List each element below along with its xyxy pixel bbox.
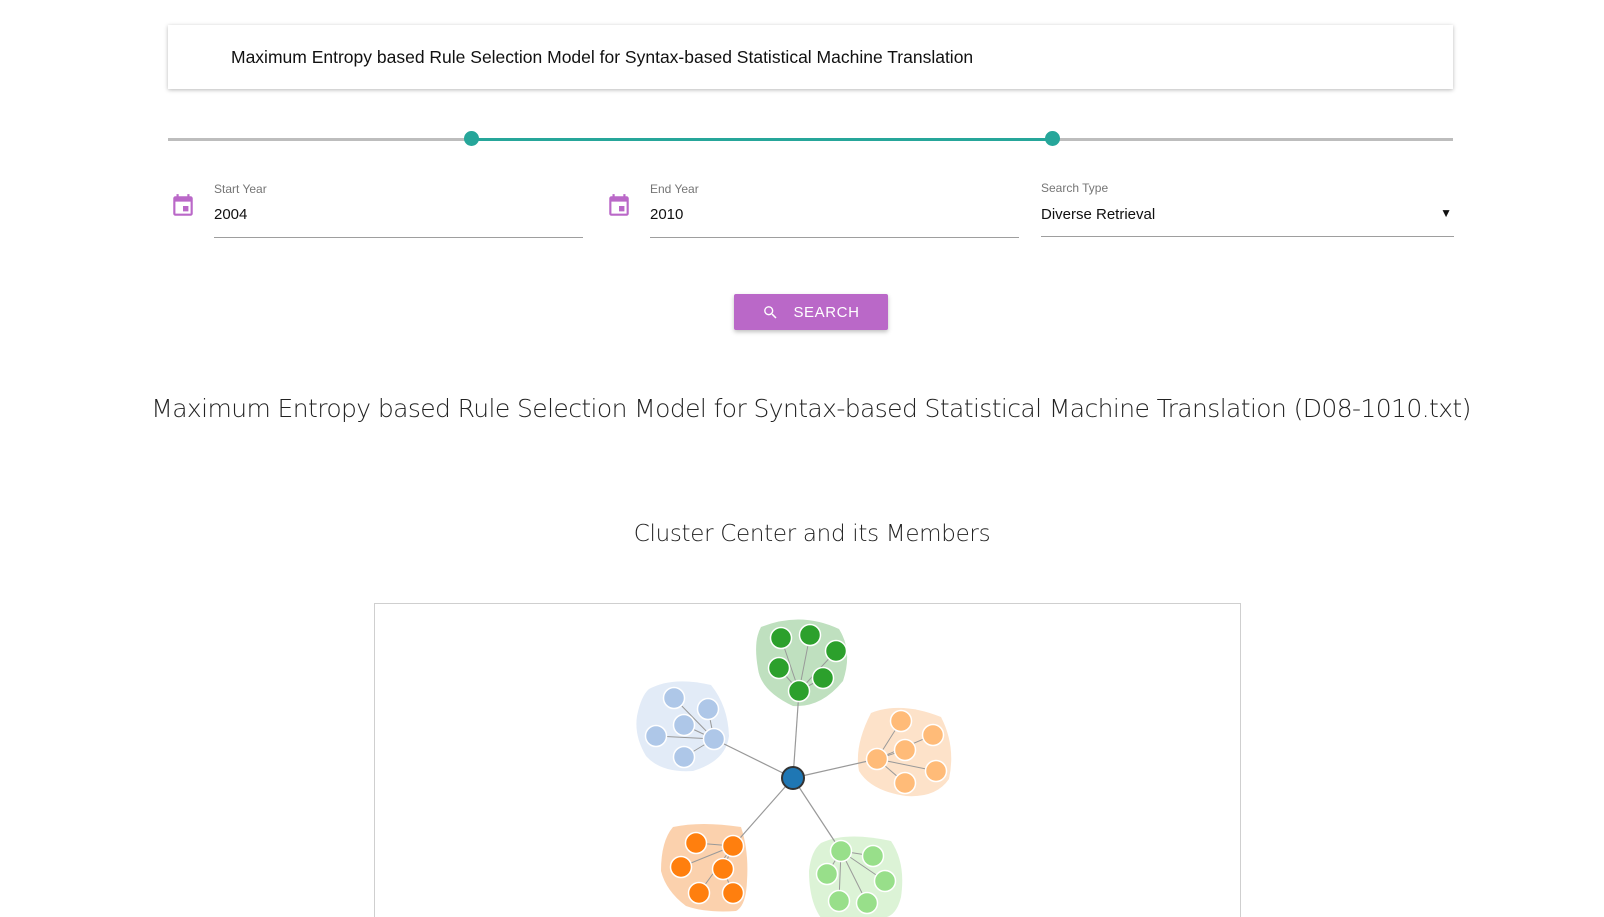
node-orange[interactable] [721, 834, 745, 858]
node-green[interactable] [787, 679, 811, 703]
node-light-green[interactable] [861, 844, 885, 868]
slider-thumb-start[interactable] [464, 131, 479, 146]
search-type-value: Diverse Retrieval [1041, 206, 1156, 223]
node-light-green[interactable] [873, 869, 897, 893]
node-light-blue[interactable] [672, 745, 696, 769]
search-button[interactable]: SEARCH [734, 294, 888, 330]
calendar-icon [609, 194, 629, 216]
search-button-label: SEARCH [793, 303, 860, 321]
cluster-title: Cluster Center and its Members [633, 521, 991, 547]
slider-thumb-end[interactable] [1045, 131, 1060, 146]
end-year-field[interactable]: End Year [650, 180, 1019, 240]
year-range-fill [471, 138, 1052, 141]
node-light-blue[interactable] [644, 724, 668, 748]
node-light-green[interactable] [855, 891, 879, 915]
calendar-icon [173, 194, 193, 216]
start-year-input[interactable] [214, 206, 583, 223]
year-range-slider[interactable] [168, 131, 1453, 146]
cluster-graph-panel [374, 603, 1241, 917]
node-orange[interactable] [721, 881, 745, 905]
node-light-orange[interactable] [889, 709, 913, 733]
node-light-green[interactable] [827, 889, 851, 913]
cluster-graph [636, 619, 952, 917]
node-light-blue[interactable] [702, 727, 726, 751]
node-light-blue[interactable] [696, 697, 720, 721]
search-type-underline [1041, 236, 1454, 237]
start-year-field[interactable]: Start Year [214, 180, 583, 240]
end-year-input[interactable] [650, 206, 1019, 223]
start-year-label: Start Year [214, 182, 267, 196]
node-light-orange[interactable] [924, 759, 948, 783]
node-green[interactable] [798, 623, 822, 647]
search-type-select[interactable]: Search Type Diverse Retrieval ▼ [1041, 179, 1454, 239]
page: Start Year End Year Search Type Diverse … [0, 0, 1604, 917]
node-green[interactable] [767, 656, 791, 680]
result-title: Maximum Entropy based Rule Selection Mod… [151, 394, 1471, 423]
node-orange[interactable] [684, 831, 708, 855]
search-icon [764, 305, 777, 319]
end-year-label: End Year [650, 182, 699, 196]
query-card [168, 25, 1453, 89]
start-year-underline [214, 237, 583, 238]
node-green[interactable] [769, 626, 793, 650]
cluster-center-node[interactable] [781, 766, 805, 790]
dropdown-arrow-icon[interactable]: ▼ [1440, 206, 1452, 220]
node-light-green[interactable] [829, 839, 853, 863]
node-green[interactable] [824, 639, 848, 663]
node-light-orange[interactable] [865, 747, 889, 771]
node-orange[interactable] [669, 855, 693, 879]
node-orange[interactable] [711, 857, 735, 881]
node-orange[interactable] [687, 881, 711, 905]
node-light-orange[interactable] [893, 738, 917, 762]
node-green[interactable] [811, 666, 835, 690]
query-input[interactable] [229, 45, 1453, 69]
end-year-underline [650, 237, 1019, 238]
node-light-orange[interactable] [893, 771, 917, 795]
node-light-green[interactable] [815, 862, 839, 886]
node-light-blue[interactable] [662, 686, 686, 710]
node-light-blue[interactable] [672, 713, 696, 737]
search-type-label: Search Type [1041, 181, 1109, 195]
node-light-orange[interactable] [921, 723, 945, 747]
